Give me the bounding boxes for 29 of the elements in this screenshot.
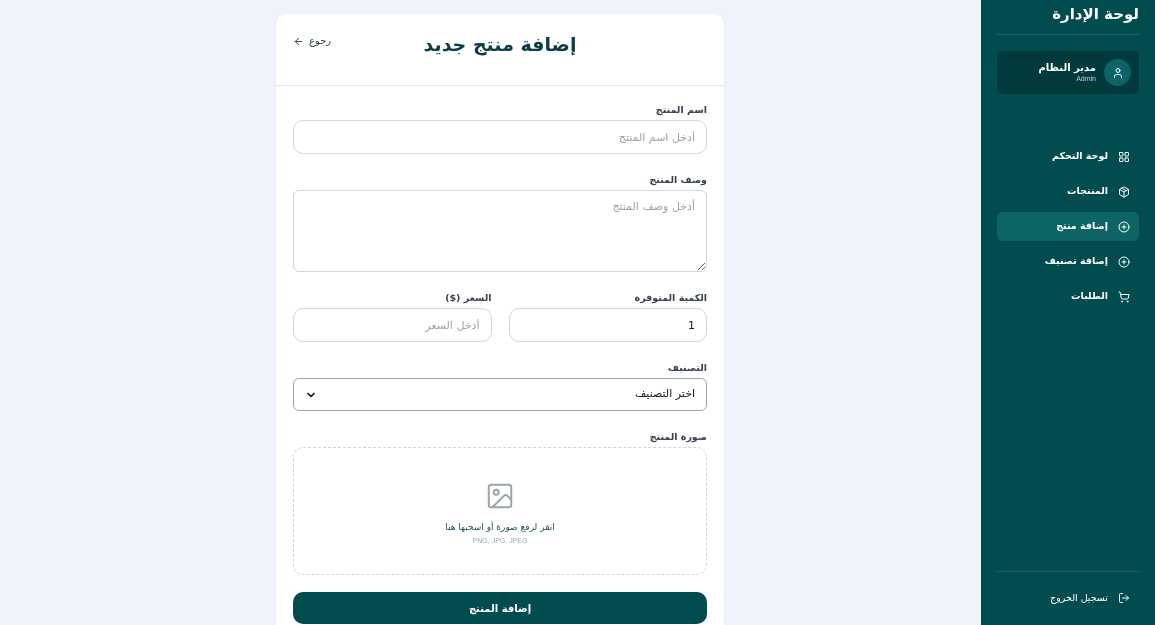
avatar-icon [1104,59,1131,86]
field-label: الكمية المتوفرة [633,291,707,304]
nav-item[interactable]: إضافة منتج [997,212,1139,241]
nav-item[interactable]: الطلبات [997,282,1139,311]
field-label: اسم المنتج [654,103,707,116]
grid-icon [1118,150,1130,163]
user-name: مدير النظام [1038,61,1096,74]
nav-item[interactable]: لوحة التحكم [997,142,1139,171]
text-field[interactable]: 1 [508,308,707,342]
nav-item[interactable]: إضافة تصنيف [997,247,1139,276]
plus-circle-icon [1118,220,1130,233]
field-label: السعر ($) [444,291,492,304]
back-link[interactable]: رجوع [293,34,332,48]
box-icon [1118,185,1130,198]
field-label: صورة المنتج [648,430,707,443]
nav-item[interactable]: المنتجات [997,177,1139,206]
submit-button[interactable]: إضافة المنتج [293,592,707,624]
field-label: التصنيف [666,361,707,374]
page-title: إضافة منتج جديد [423,32,577,57]
cart-icon [1118,290,1130,303]
logout-icon [1118,592,1130,604]
description-field[interactable]: أدخل وصف المنتج [293,190,707,272]
plus-circle-icon [1118,255,1130,268]
category-select[interactable]: اختر التصنيف [293,378,707,411]
upload-hint: انقر لرفع صورة أو اسحبها هنا [445,520,555,533]
field-label: وصف المنتج [648,173,707,186]
arrow-left-icon [293,35,304,47]
sidebar-title: لوحة الإدارة [997,0,1139,35]
logout-link[interactable]: تسجيل الخروج [997,584,1139,612]
